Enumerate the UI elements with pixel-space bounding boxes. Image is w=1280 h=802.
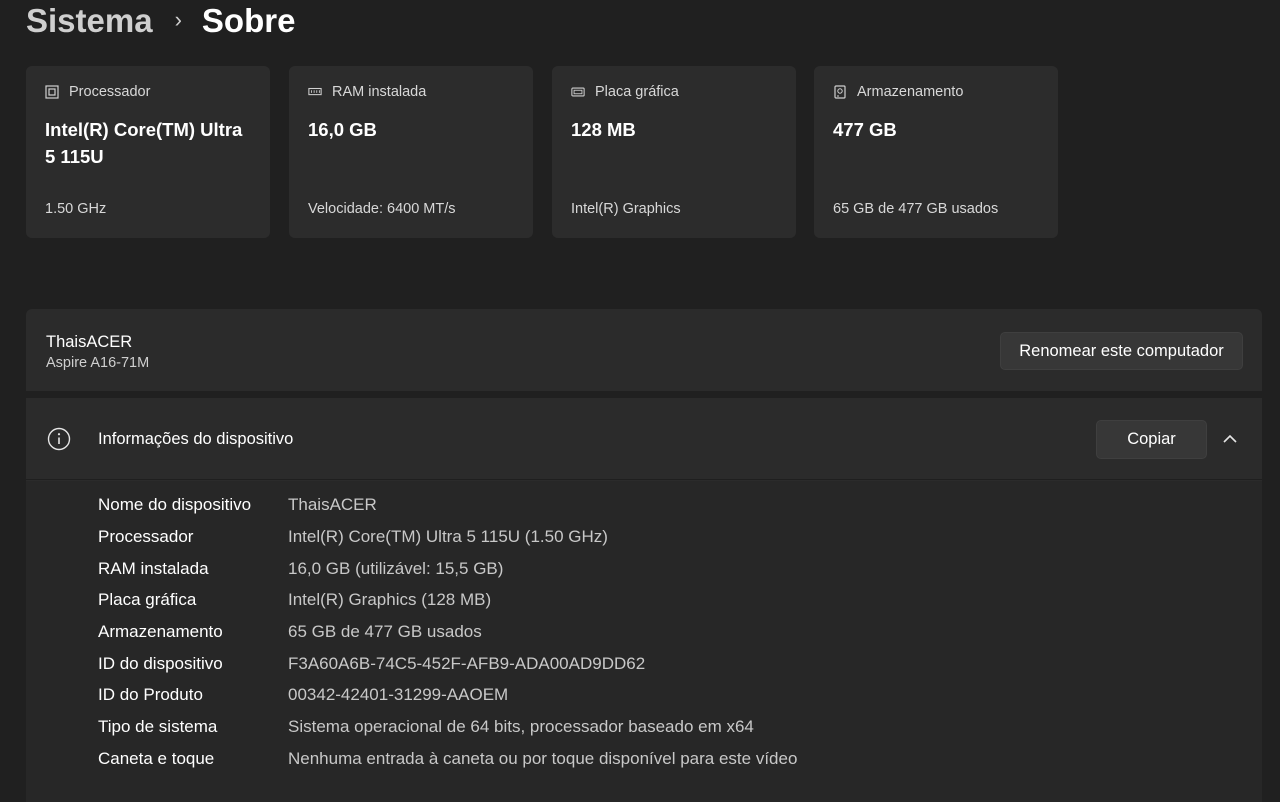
chevron-right-icon: ›	[174, 7, 182, 32]
spec-card-ram: RAM instalada 16,0 GB Velocidade: 6400 M…	[289, 66, 533, 238]
spec-card-subtext: 65 GB de 477 GB usados	[833, 201, 999, 217]
graphics-card-icon	[571, 85, 585, 99]
ram-icon	[308, 85, 322, 99]
info-row-value: F3A60A6B-74C5-452F-AFB9-ADA00AD9DD62	[288, 654, 646, 673]
info-row-value: Sistema operacional de 64 bits, processa…	[288, 717, 754, 736]
info-row-key: Placa gráfica	[98, 590, 197, 609]
info-row-value: 65 GB de 477 GB usados	[288, 622, 482, 641]
computer-model: Aspire A16-71M	[46, 355, 150, 371]
spec-card-title: RAM instalada	[332, 84, 427, 100]
spec-card-value: Intel(R) Core(TM) Ultra 5 115U	[45, 119, 243, 167]
copy-button[interactable]: Copiar	[1096, 420, 1207, 459]
info-row-value: Nenhuma entrada à caneta ou por toque di…	[288, 749, 798, 768]
spec-card-subtext: 1.50 GHz	[45, 201, 107, 217]
device-info-panel: Informações do dispositivo Copiar Nome d…	[26, 398, 1262, 802]
about-page: Sistema › Sobre Processador Intel(R) Cor…	[0, 0, 1280, 802]
info-row-key: RAM instalada	[98, 559, 209, 578]
info-row-value: Intel(R) Graphics (128 MB)	[288, 590, 492, 609]
info-row-value: 16,0 GB (utilizável: 15,5 GB)	[288, 559, 504, 578]
page-title: Sobre	[201, 2, 296, 39]
device-info-header[interactable]: Informações do dispositivo Copiar	[26, 398, 1262, 480]
info-row-value: ThaisACER	[288, 495, 377, 514]
spec-card-title: Processador	[69, 84, 151, 100]
spec-card-subtext: Intel(R) Graphics	[571, 201, 681, 217]
spec-card-value: 477 GB	[833, 119, 897, 140]
info-row-key: ID do dispositivo	[98, 654, 223, 673]
info-row-key: Tipo de sistema	[98, 717, 218, 736]
info-icon	[47, 427, 71, 451]
computer-name-panel: ThaisACER Aspire A16-71M Renomear este c…	[26, 309, 1262, 391]
breadcrumb-parent-link[interactable]: Sistema	[26, 2, 153, 40]
spec-card-subtext: Velocidade: 6400 MT/s	[308, 201, 456, 217]
spec-card-value: 128 MB	[571, 119, 636, 140]
spec-card-processor: Processador Intel(R) Core(TM) Ultra 5 11…	[26, 66, 270, 238]
info-row-key: Nome do dispositivo	[98, 495, 252, 514]
spec-card-title: Placa gráfica	[595, 84, 679, 100]
breadcrumb: Sistema › Sobre	[26, 0, 295, 42]
info-row-value: Intel(R) Core(TM) Ultra 5 115U (1.50 GHz…	[288, 527, 608, 546]
info-row-key: Armazenamento	[98, 622, 223, 641]
processor-icon	[45, 85, 59, 99]
spec-card-value: 16,0 GB	[308, 119, 377, 140]
chevron-up-icon[interactable]	[1222, 431, 1238, 447]
device-info-title: Informações do dispositivo	[98, 430, 294, 448]
computer-name: ThaisACER	[46, 333, 133, 351]
info-row-value: 00342-42401-31299-AAOEM	[288, 685, 509, 704]
device-info-list: Nome do dispositivo ThaisACER Processado…	[26, 481, 1262, 802]
storage-icon	[833, 85, 847, 99]
spec-card-graphics: Placa gráfica 128 MB Intel(R) Graphics	[552, 66, 796, 238]
info-row-key: Caneta e toque	[98, 749, 215, 768]
spec-card-title: Armazenamento	[857, 84, 964, 100]
rename-computer-button[interactable]: Renomear este computador	[1000, 332, 1243, 370]
info-row-key: ID do Produto	[98, 685, 203, 704]
spec-card-storage: Armazenamento 477 GB 65 GB de 477 GB usa…	[814, 66, 1058, 238]
info-row-key: Processador	[98, 527, 194, 546]
